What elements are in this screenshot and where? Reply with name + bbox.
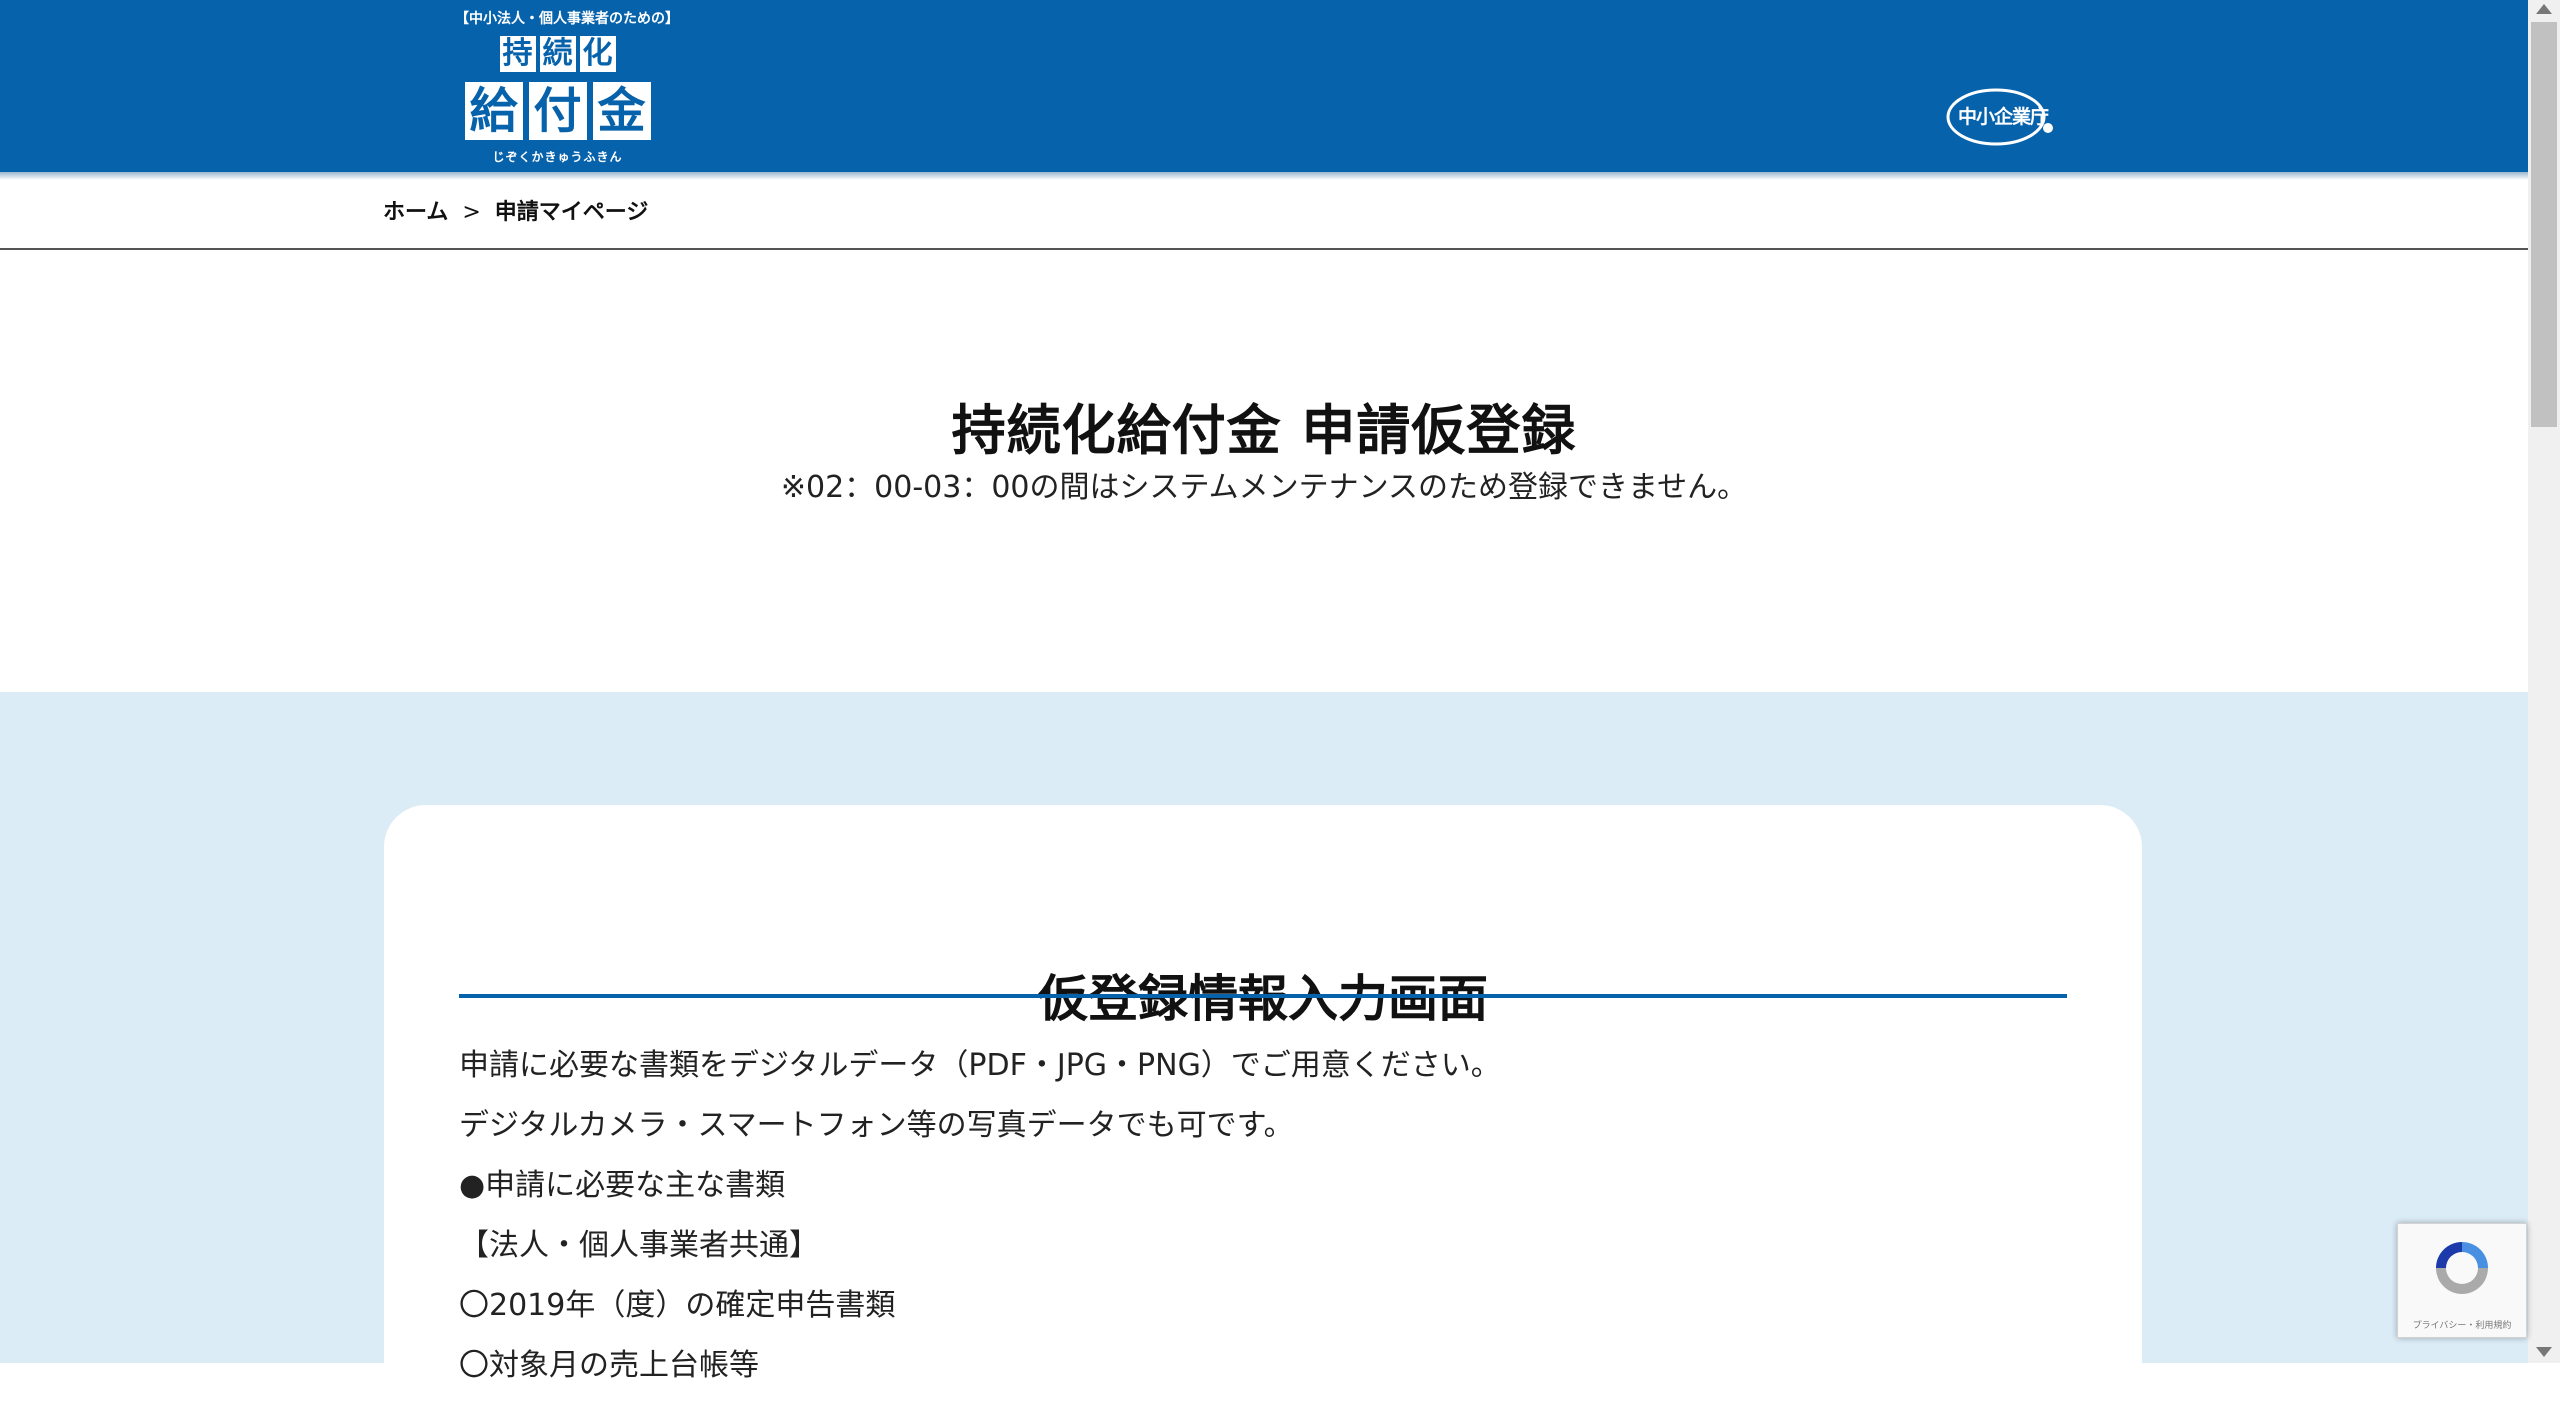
card-text-line: 〇2019年（度）の確定申告書類 bbox=[459, 1288, 896, 1323]
logo-char: 化 bbox=[579, 36, 616, 72]
recaptcha-icon bbox=[2436, 1242, 2488, 1294]
scroll-up-arrow-icon[interactable] bbox=[2536, 4, 2552, 14]
page-title: 持続化給付金 申請仮登録 bbox=[951, 399, 1577, 463]
vertical-scrollbar[interactable] bbox=[2528, 0, 2560, 1363]
maintenance-notice: ※02：00-03：00の間はシステムメンテナンスのため登録できません。 bbox=[780, 470, 1748, 505]
logo-row-1: 持続化 bbox=[455, 36, 660, 76]
card-text-line: デジタルカメラ・スマートフォン等の写真データでも可です。 bbox=[459, 1108, 1294, 1143]
breadcrumb: ホーム > 申請マイページ bbox=[383, 194, 648, 226]
agency-label: 中小企業庁 bbox=[1958, 106, 2049, 128]
breadcrumb-separator: > bbox=[462, 200, 481, 225]
scroll-down-arrow-icon[interactable] bbox=[2536, 1347, 2552, 1357]
breadcrumb-current: 申請マイページ bbox=[494, 200, 649, 225]
recaptcha-privacy-text[interactable]: プライバシー・利用規約 bbox=[2398, 1318, 2526, 1331]
agency-logo[interactable]: 中小企業庁 bbox=[1944, 84, 2054, 150]
logo-bottom-text: じぞくかきゅうふきん bbox=[492, 150, 623, 164]
card-text-line: 〇対象月の売上台帳等 bbox=[459, 1348, 759, 1383]
header-shadow bbox=[0, 172, 2528, 180]
card-body: 申請に必要な書類をデジタルデータ（PDF・JPG・PNG）でご用意ください。 デ… bbox=[459, 1041, 2059, 1401]
breadcrumb-home-link[interactable]: ホーム bbox=[383, 200, 448, 225]
card-text-line: 【法人・個人事業者共通】 bbox=[459, 1228, 819, 1263]
site-logo[interactable]: 【中小法人・個人事業者のための】 持続化 給付金 じぞくかきゅうふきん bbox=[455, 6, 679, 164]
site-header: 【中小法人・個人事業者のための】 持続化 給付金 じぞくかきゅうふきん 中小企業… bbox=[0, 0, 2528, 172]
scroll-thumb[interactable] bbox=[2531, 22, 2557, 427]
card-title-underline bbox=[459, 994, 2067, 998]
logo-char: 給 bbox=[464, 82, 523, 140]
recaptcha-badge[interactable]: プライバシー・利用規約 bbox=[2397, 1223, 2527, 1338]
breadcrumb-divider bbox=[0, 248, 2528, 250]
logo-char: 続 bbox=[539, 36, 576, 72]
card-text-line: ●申請に必要な主な書類 bbox=[459, 1168, 786, 1203]
logo-char: 金 bbox=[592, 82, 651, 140]
logo-row-2: 給付金 bbox=[455, 82, 660, 144]
logo-char: 持 bbox=[499, 36, 536, 72]
card-text-line: 申請に必要な書類をデジタルデータ（PDF・JPG・PNG）でご用意ください。 bbox=[459, 1048, 1501, 1083]
registration-card: 仮登録情報入力画面 申請に必要な書類をデジタルデータ（PDF・JPG・PNG）で… bbox=[384, 805, 2142, 1405]
logo-char: 付 bbox=[528, 82, 587, 140]
logo-top-text: 【中小法人・個人事業者のための】 bbox=[455, 11, 679, 27]
